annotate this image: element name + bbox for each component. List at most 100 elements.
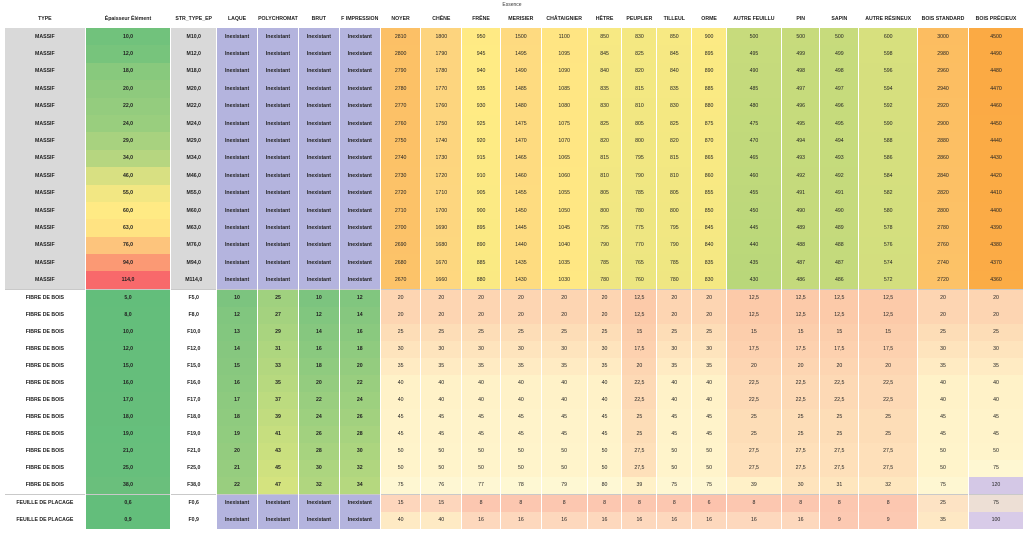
cell-price: 78 — [500, 476, 541, 494]
cell-thickness: 46,0 — [85, 167, 171, 185]
cell-price: 27,5 — [622, 459, 657, 477]
cell-price: 20 — [968, 288, 1023, 307]
cell-finish: 20 — [217, 442, 257, 460]
cell-type: FIBRE DE BOIS — [5, 323, 85, 341]
cell-price: 770 — [622, 236, 657, 255]
cell-price: 40 — [587, 391, 622, 409]
cell-price: 12,5 — [781, 306, 820, 324]
cell-thickness: 15,0 — [85, 357, 171, 375]
cell-price: 35 — [918, 511, 968, 529]
table-row: MASSIF 60,0 M60,0 Inexistant Inexistant Inexi… — [5, 201, 1023, 220]
cell-price: 4430 — [968, 149, 1023, 168]
cell-str-type-ep: M63,0 — [171, 219, 217, 237]
cell-finish: 14 — [298, 323, 339, 341]
cell-price: 4420 — [968, 167, 1023, 185]
cell-price: 12,5 — [859, 306, 918, 324]
cell-price: 465 — [726, 149, 781, 168]
cell-price: 825 — [657, 114, 692, 133]
cell-price: 578 — [859, 219, 918, 237]
cell-price: 45 — [500, 408, 541, 426]
cell-price: 1790 — [421, 45, 462, 63]
cell-price: 1050 — [541, 201, 587, 220]
cell-finish: 25 — [257, 288, 298, 307]
cell-finish: Inexistant — [339, 254, 380, 272]
cell-price: 1480 — [500, 97, 541, 115]
cell-finish: Inexistant — [339, 114, 380, 133]
cell-finish: 41 — [257, 425, 298, 443]
cell-finish: Inexistant — [217, 254, 257, 272]
column-header: HÊTRE — [587, 10, 622, 28]
cell-thickness: 29,0 — [85, 132, 171, 150]
cell-finish: Inexistant — [339, 184, 380, 202]
cell-price: 2730 — [380, 167, 421, 185]
cell-price: 25 — [781, 425, 820, 443]
cell-finish: Inexistant — [257, 254, 298, 272]
cell-price: 30 — [781, 476, 820, 494]
cell-price: 17,5 — [781, 340, 820, 358]
cell-price: 20 — [657, 306, 692, 324]
cell-price: 1090 — [541, 62, 587, 81]
cell-price: 8 — [587, 493, 622, 512]
cell-price: 100 — [968, 511, 1023, 529]
cell-price: 50 — [462, 442, 500, 460]
cell-price: 2800 — [918, 201, 968, 220]
cell-finish: 16 — [217, 374, 257, 392]
cell-price: 27,5 — [781, 459, 820, 477]
cell-price: 1700 — [421, 201, 462, 220]
cell-price: 1440 — [500, 236, 541, 255]
cell-finish: 21 — [217, 459, 257, 477]
cell-price: 45 — [541, 408, 587, 426]
cell-price: 45 — [692, 425, 726, 443]
cell-price: 825 — [587, 114, 622, 133]
cell-price: 865 — [692, 149, 726, 168]
cell-price: 915 — [462, 149, 500, 168]
table-row: MASSIF 94,0 M94,0 Inexistant Inexistant Inexi… — [5, 254, 1023, 272]
cell-price: 490 — [726, 62, 781, 81]
cell-price: 584 — [859, 167, 918, 185]
cell-price: 1680 — [421, 236, 462, 255]
cell-finish: 26 — [298, 425, 339, 443]
cell-price: 12,5 — [726, 306, 781, 324]
cell-price: 497 — [781, 80, 820, 98]
cell-price: 572 — [859, 271, 918, 289]
cell-price: 4490 — [968, 45, 1023, 63]
cell-price: 2960 — [918, 62, 968, 81]
cell-finish: Inexistant — [339, 28, 380, 46]
cell-price: 30 — [587, 340, 622, 358]
cell-price: 8 — [622, 493, 657, 512]
cell-finish: 22 — [298, 391, 339, 409]
cell-type: MASSIF — [5, 149, 85, 168]
cell-price: 50 — [968, 442, 1023, 460]
cell-price: 50 — [380, 442, 421, 460]
cell-type: MASSIF — [5, 28, 85, 46]
cell-price: 25 — [462, 323, 500, 341]
column-header: CHÊNE — [421, 10, 462, 28]
cell-price: 20 — [462, 288, 500, 307]
cell-price: 496 — [781, 97, 820, 115]
cell-price: 493 — [820, 149, 859, 168]
cell-price: 1470 — [500, 132, 541, 150]
cell-finish: Inexistant — [339, 62, 380, 81]
column-header: POLYCHROMAT — [257, 10, 298, 28]
cell-type: MASSIF — [5, 114, 85, 133]
cell-price: 25 — [859, 425, 918, 443]
cell-price: 50 — [380, 459, 421, 477]
cell-price: 600 — [859, 28, 918, 46]
cell-price: 485 — [726, 80, 781, 98]
cell-price: 4460 — [968, 97, 1023, 115]
column-header: LAQUE — [217, 10, 257, 28]
cell-thickness: 19,0 — [85, 425, 171, 443]
cell-price: 845 — [692, 219, 726, 237]
cell-thickness: 18,0 — [85, 62, 171, 81]
table-row: MASSIF 114,0 M114,0 Inexistant Inexistant Ine… — [5, 271, 1023, 289]
cell-thickness: 94,0 — [85, 254, 171, 272]
cell-finish: 47 — [257, 476, 298, 494]
cell-finish: Inexistant — [217, 167, 257, 185]
cell-price: 1500 — [500, 28, 541, 46]
cell-finish: 10 — [217, 288, 257, 307]
cell-price: 15 — [622, 323, 657, 341]
cell-price: 6 — [692, 493, 726, 512]
cell-price: 8 — [726, 493, 781, 512]
cell-finish: 29 — [257, 323, 298, 341]
cell-price: 16 — [462, 511, 500, 529]
